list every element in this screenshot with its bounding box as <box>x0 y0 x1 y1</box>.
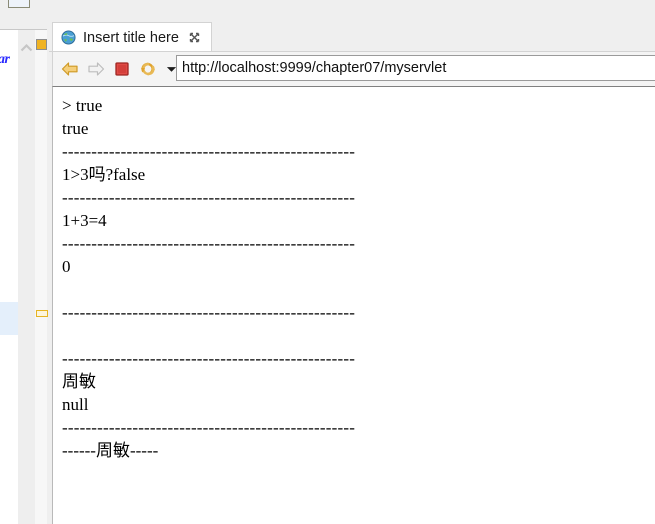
output-separator-line: ----------------------------------------… <box>62 188 356 207</box>
output-separator-line: ----------------------------------------… <box>62 142 356 161</box>
browser-tab-bar: Insert title here <box>49 0 655 52</box>
editor-marker-column[interactable] <box>35 30 48 524</box>
close-icon[interactable] <box>186 31 201 44</box>
arrow-left-icon[interactable] <box>59 58 81 80</box>
output-separator-line: ----------------------------------------… <box>62 418 356 437</box>
address-bar-value: http://localhost:9999/chapter07/myservle… <box>182 60 447 76</box>
output-separator-line: ----------------------------------------… <box>62 303 356 322</box>
browser-toolbar: http://localhost:9999/chapter07/myservle… <box>52 52 655 86</box>
editor-code-column[interactable]: ar <box>0 30 18 524</box>
browser-tab-insert-title-here[interactable]: Insert title here <box>52 22 212 52</box>
editor-code-text: ar <box>0 52 10 67</box>
left-editor-strip: ar <box>0 0 49 524</box>
occurrence-marker-icon[interactable] <box>36 310 48 317</box>
browser-tab-label: Insert title here <box>83 29 179 46</box>
refresh-icon[interactable] <box>137 58 159 80</box>
internal-browser-view: Insert title here http://localhost:9999/… <box>49 0 655 524</box>
output-separator-line: ----------------------------------------… <box>62 349 356 368</box>
output-blank-line <box>62 278 632 301</box>
output-line: 1+3=4 <box>62 211 107 230</box>
output-line: 0 <box>62 257 71 276</box>
globe-icon <box>61 30 76 45</box>
arrow-right-icon <box>85 58 107 80</box>
output-line: 周敏 <box>62 372 96 391</box>
warning-marker-icon[interactable] <box>36 39 47 50</box>
output-line: null <box>62 395 89 414</box>
top-left-widget <box>8 0 30 8</box>
stop-square-icon[interactable] <box>111 58 133 80</box>
servlet-output-document: > true true ------------------------------… <box>62 94 632 462</box>
output-blank-line <box>62 324 632 347</box>
output-line: ------周敏----- <box>62 441 159 460</box>
output-line: 1>3吗?false <box>62 165 146 184</box>
application-window: ar <box>0 0 655 524</box>
output-separator-line: ----------------------------------------… <box>62 234 356 253</box>
editor-selection-highlight <box>0 302 18 335</box>
browser-content-area: > true true ------------------------------… <box>52 86 655 524</box>
output-line: true <box>62 119 89 138</box>
chevron-up-icon[interactable] <box>20 40 33 52</box>
address-bar[interactable]: http://localhost:9999/chapter07/myservle… <box>176 55 655 81</box>
editor-frame: ar <box>0 29 48 524</box>
editor-scrollbar[interactable] <box>18 30 35 524</box>
output-line: > true <box>62 96 103 115</box>
